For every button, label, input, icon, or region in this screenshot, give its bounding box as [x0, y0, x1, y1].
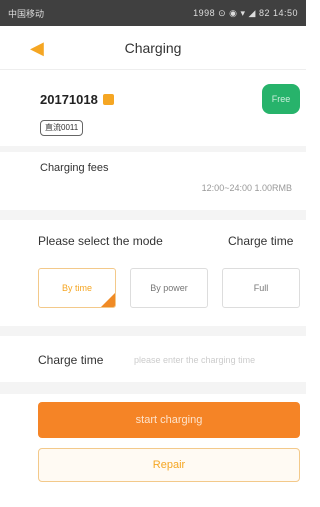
station-id-row: 20171018 [40, 92, 114, 107]
page-title: Charging [124, 39, 182, 56]
status-bar: 中国移动 1998 ⊙ ◉ ▾ ◢ 82 14:50 [0, 0, 306, 26]
mode-label: Please select the mode [38, 234, 163, 248]
charge-time-header: Charge time [228, 234, 294, 248]
status-badge: Free [262, 84, 300, 114]
mode-options: By time By power Full [0, 262, 306, 322]
divider [0, 326, 306, 336]
divider [0, 382, 306, 394]
carrier-label: 中国移动 [8, 8, 45, 19]
nav-bar: ◀ Charging [0, 26, 306, 70]
divider [0, 210, 306, 220]
back-icon[interactable]: ◀ [30, 38, 50, 58]
mode-label: By power [150, 282, 188, 293]
charge-time-input[interactable] [134, 349, 306, 371]
mode-header: Please select the mode Charge time [0, 222, 306, 258]
mode-label: By time [61, 282, 92, 293]
station-id: 20171018 [40, 92, 98, 107]
start-charging-button[interactable]: start charging [38, 402, 300, 438]
selected-corner-icon [101, 293, 115, 307]
station-card: 20171018 Free 直流0011 [0, 70, 306, 148]
charge-time-label: Charge time [38, 353, 104, 367]
charge-time-row: Charge time [0, 340, 306, 380]
fees-section: Charging fees 12:00~24:00 1.00RMB [0, 152, 306, 208]
mode-by-time-button[interactable]: By time [38, 268, 116, 308]
mode-by-power-button[interactable]: By power [130, 268, 208, 308]
mode-label: Full [253, 282, 269, 293]
station-tag: 直流0011 [40, 120, 84, 136]
mode-full-button[interactable]: Full [222, 268, 300, 308]
repair-button[interactable]: Repair [38, 448, 300, 482]
status-icons: 1998 ⊙ ◉ ▾ ◢ 82 14:50 [193, 7, 298, 18]
fees-label: Charging fees [40, 162, 109, 174]
favorite-icon[interactable] [102, 94, 114, 105]
fees-value: 12:00~24:00 1.00RMB [201, 183, 292, 193]
